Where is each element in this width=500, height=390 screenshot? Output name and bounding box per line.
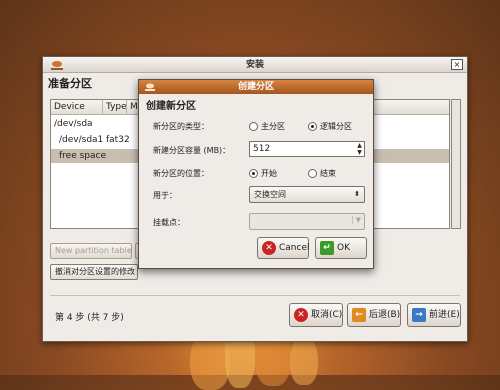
ok-check-icon: ↵	[320, 240, 334, 255]
mount-point-label: 挂载点：	[153, 218, 185, 227]
location-label: 新分区的位置：	[153, 169, 209, 178]
debian-logo-icon	[49, 59, 65, 71]
column-header-type[interactable]: Type	[103, 100, 127, 115]
window-close-button[interactable]: ×	[451, 59, 463, 70]
partition-type-label: 新分区的类型：	[153, 122, 209, 131]
size-label: 新建分区容量 (MB)：	[153, 146, 231, 155]
device-cell: free space	[59, 151, 107, 161]
back-arrow-icon: ←	[352, 307, 366, 322]
debian-logo-icon	[143, 82, 157, 92]
use-as-label: 用于：	[153, 191, 177, 200]
forward-button-label: 前进(E)	[429, 310, 460, 320]
size-spinbox[interactable]: 512 ▲ ▼	[249, 141, 365, 157]
size-value: 512	[253, 144, 271, 154]
logical-radio[interactable]	[308, 122, 317, 131]
chevron-down-icon: ▼	[351, 216, 361, 224]
end-radio[interactable]	[308, 169, 317, 178]
forward-button[interactable]: → 前进(E)	[407, 303, 461, 327]
start-radio[interactable]	[249, 169, 258, 178]
dialog-ok-button[interactable]: ↵ OK	[315, 237, 367, 259]
primary-radio-label[interactable]: 主分区	[261, 121, 285, 132]
column-header-device[interactable]: Device	[51, 100, 103, 115]
forward-arrow-icon: →	[412, 307, 426, 322]
background-flame	[290, 335, 318, 385]
dialog-title: 创建分区	[139, 80, 373, 94]
primary-radio[interactable]	[249, 122, 258, 131]
use-as-value: 交换空间	[254, 190, 286, 199]
divider	[50, 295, 460, 296]
dialog-cancel-button[interactable]: ✕ Cancel	[257, 237, 310, 259]
device-cell: /dev/sda	[54, 119, 93, 129]
new-partition-table-button[interactable]: New partition table	[50, 243, 132, 259]
back-button-label: 后退(B)	[369, 310, 401, 320]
dialog-ok-label: OK	[337, 243, 350, 253]
dialog-heading: 创建新分区	[146, 101, 196, 112]
undo-changes-button[interactable]: 撤消对分区设置的修改	[50, 264, 138, 280]
dialog-cancel-label: Cancel	[279, 243, 310, 253]
create-partition-dialog: 创建分区 创建新分区 新分区的类型： 主分区 逻辑分区 新建分区容量 (MB)：…	[138, 79, 374, 269]
start-radio-label[interactable]: 开始	[261, 168, 277, 179]
device-cell: /dev/sda1	[59, 135, 104, 145]
page-title: 准备分区	[48, 77, 92, 90]
spin-down-icon[interactable]: ▼	[355, 149, 364, 156]
back-button[interactable]: ← 后退(B)	[347, 303, 401, 327]
logical-radio-label[interactable]: 逻辑分区	[320, 121, 352, 132]
type-cell: fat32	[106, 135, 130, 145]
window-title: 安装	[43, 57, 467, 73]
spin-up-icon[interactable]: ▲	[355, 142, 364, 149]
cancel-button[interactable]: ✕ 取消(C)	[289, 303, 343, 327]
use-as-select[interactable]: 交换空间 ⬍	[249, 186, 365, 203]
end-radio-label[interactable]: 结束	[320, 168, 336, 179]
table-scrollbar[interactable]	[451, 99, 461, 229]
mount-point-combo[interactable]: ▼	[249, 213, 365, 230]
cancel-icon: ✕	[262, 240, 276, 255]
updown-arrows-icon: ⬍	[354, 190, 360, 198]
step-indicator: 第 4 步 (共 7 步)	[55, 313, 124, 323]
cancel-button-label: 取消(C)	[311, 310, 343, 320]
cancel-icon: ✕	[294, 307, 308, 322]
